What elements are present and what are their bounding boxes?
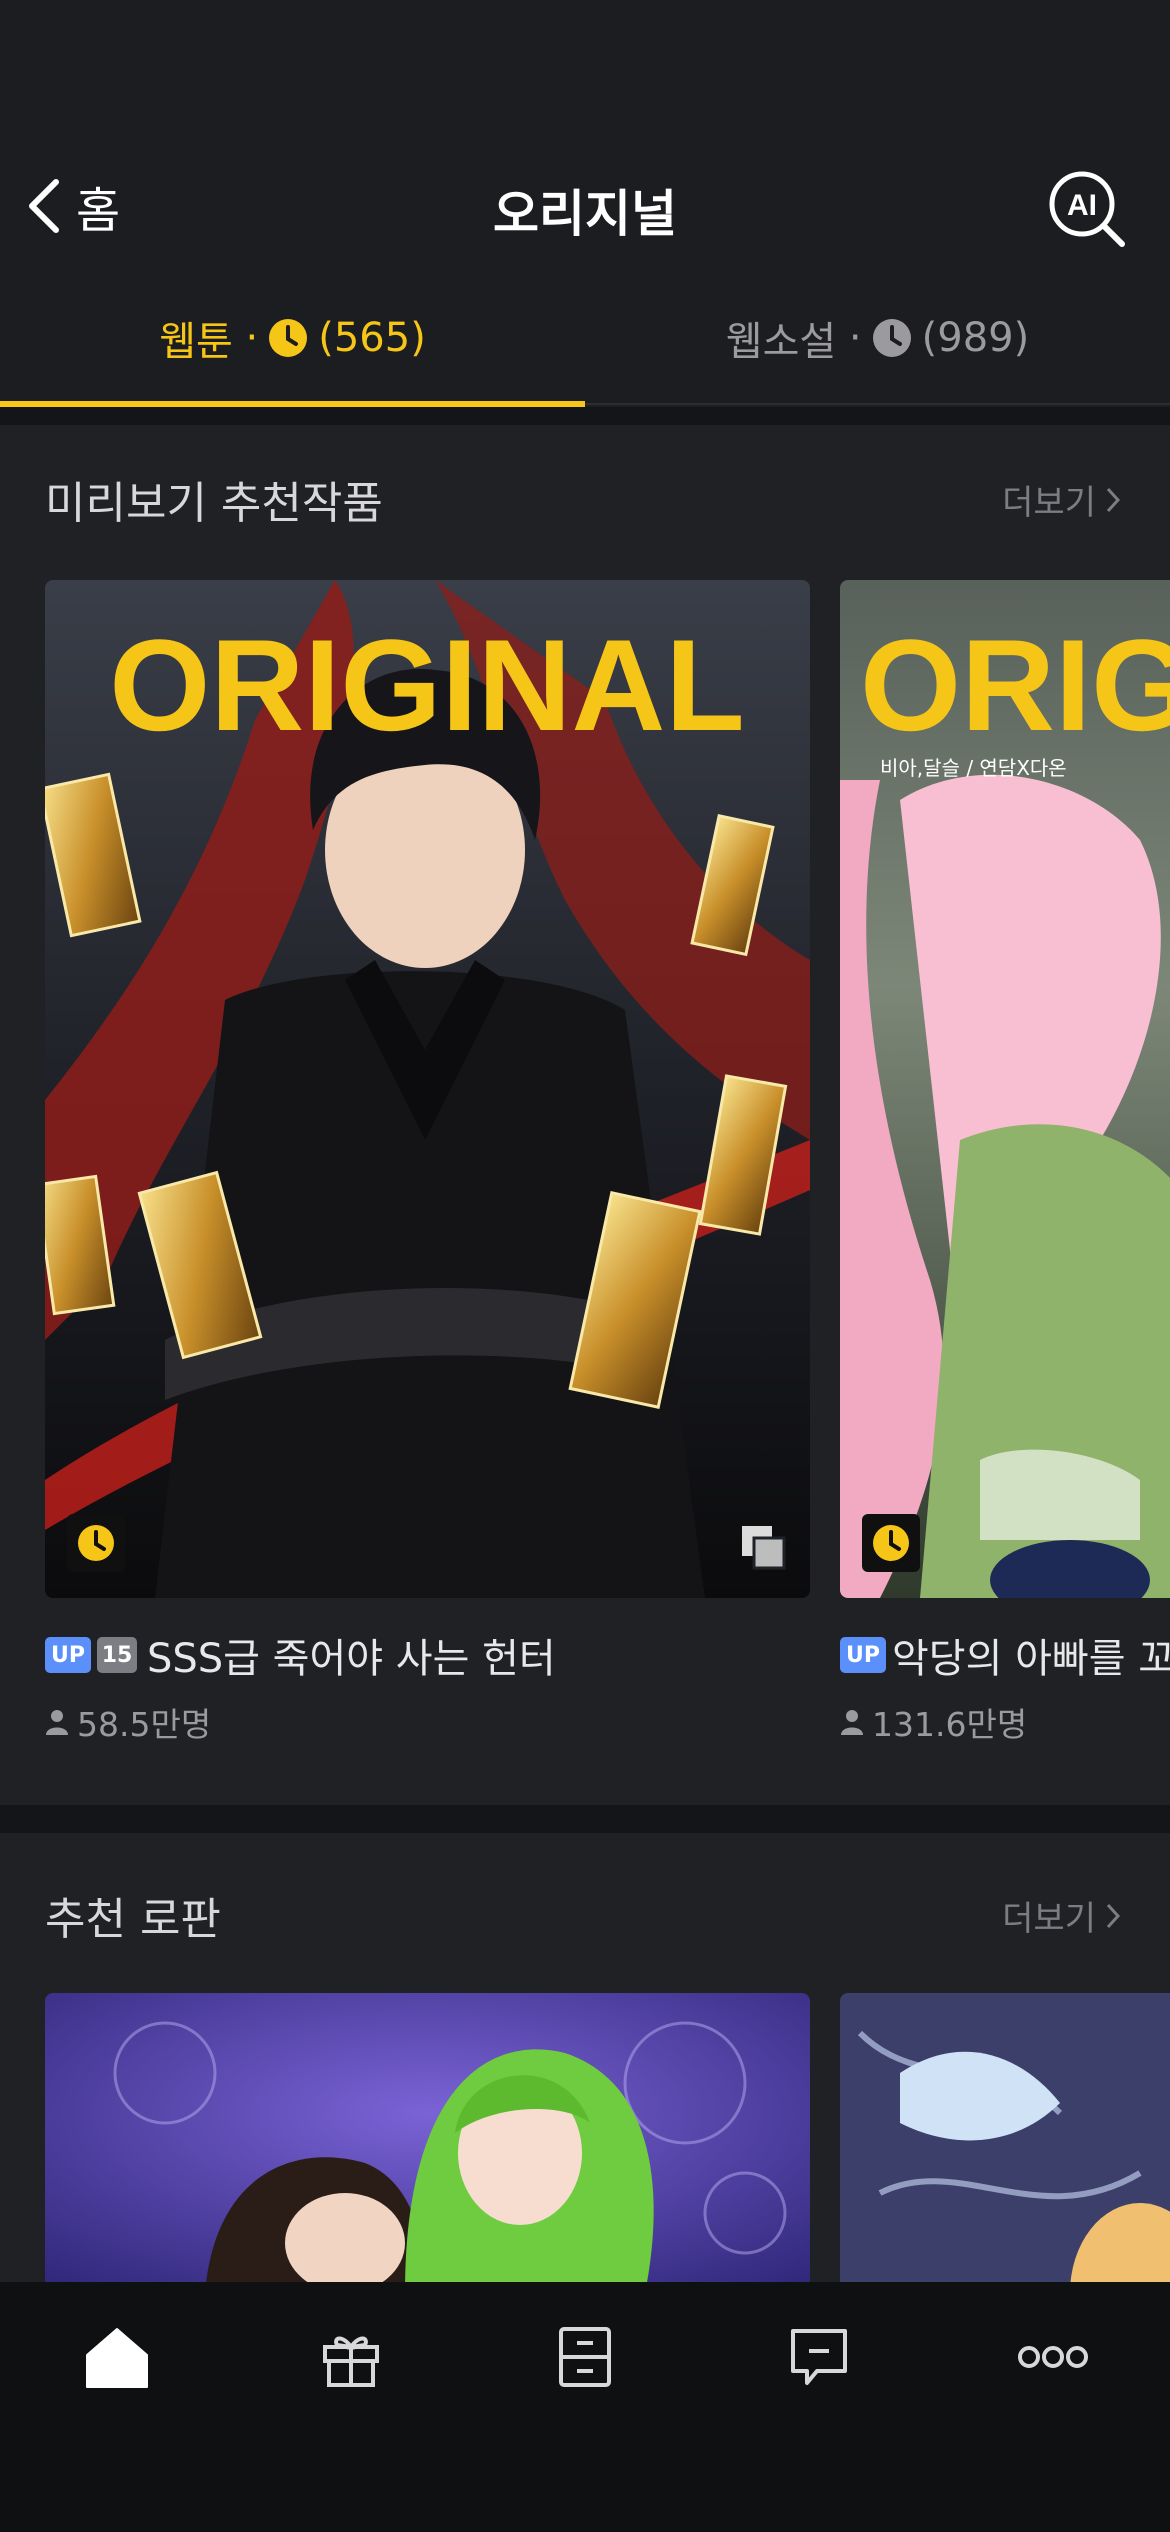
wait-free-badge xyxy=(862,1514,920,1572)
comment-icon xyxy=(791,2329,847,2385)
nav-more[interactable] xyxy=(936,2282,1170,2432)
tab-webnovel[interactable]: 웹소설 · (989) xyxy=(585,270,1170,405)
up-badge: UP xyxy=(45,1637,91,1673)
bottom-navigation xyxy=(0,2282,1170,2532)
comic-card[interactable]: ORIG 비아,달슬 / 연담X다온 UP 악당의 아빠를 꼬 131.6만명 xyxy=(840,580,1170,1780)
tab-webnovel-count: (989) xyxy=(921,314,1030,361)
section-title: 추천 로판 xyxy=(45,1894,221,1945)
view-count-value: 58.5만명 xyxy=(77,1705,212,1744)
chevron-right-icon xyxy=(1106,487,1121,512)
comic-cover[interactable] xyxy=(840,1993,1170,2282)
cover-logo-text: ORIGINAL xyxy=(109,612,745,758)
clock-icon xyxy=(872,318,912,358)
ai-search-button[interactable]: AI xyxy=(1046,168,1126,248)
person-icon xyxy=(46,1710,68,1735)
more-icon xyxy=(1018,2346,1088,2368)
up-badge: UP xyxy=(840,1637,886,1673)
cover-illustration: ORIG 비아,달슬 / 연담X다온 xyxy=(840,580,1170,1598)
more-label: 더보기 xyxy=(1002,1899,1096,1939)
chevron-right-icon xyxy=(1106,1903,1121,1928)
cover-illustration xyxy=(45,1993,810,2282)
comic-title-row: UP 15 SSS급 죽어야 사는 헌터 xyxy=(45,1630,556,1682)
comic-card[interactable]: ORIGINAL UP 15 SSS급 죽어야 사는 헌터 58.5만명 xyxy=(45,580,810,1780)
ai-search-icon: AI xyxy=(1049,171,1125,247)
comic-cover[interactable]: ORIGINAL xyxy=(45,580,810,1598)
clock-icon xyxy=(873,1525,909,1561)
category-tabs: 웹툰 · (565) 웹소설 · (989) xyxy=(0,270,1170,407)
nav-storage[interactable] xyxy=(468,2282,702,2432)
more-link[interactable]: 더보기 xyxy=(1002,475,1122,524)
clock-icon xyxy=(268,318,308,358)
cover-credit: 비아,달슬 / 연담X다온 xyxy=(880,756,1067,780)
tab-webtoon[interactable]: 웹툰 · (565) xyxy=(0,270,585,407)
view-count: 58.5만명 xyxy=(45,1698,211,1746)
view-count: 131.6만명 xyxy=(840,1698,1027,1746)
comic-card[interactable] xyxy=(45,1993,810,2282)
ai-label: AI xyxy=(1067,189,1097,222)
comic-title-row: UP 악당의 아빠를 꼬 xyxy=(840,1630,1170,1682)
cover-logo-text: ORIG xyxy=(860,612,1170,758)
status-bar xyxy=(0,0,1170,140)
comic-title: 악당의 아빠를 꼬 xyxy=(892,1636,1170,1682)
nav-comments[interactable] xyxy=(702,2282,936,2432)
section-preview-recommend: 미리보기 추천작품 더보기 ORIGINAL UP 15 SSS급 죽어야 사는… xyxy=(0,425,1170,1805)
tab-webtoon-label: 웹툰 xyxy=(159,318,233,365)
clock-icon xyxy=(78,1525,114,1561)
cover-illustration: ORIGINAL xyxy=(45,580,810,1598)
comic-cover[interactable] xyxy=(45,1993,810,2282)
page-title: 오리지널 xyxy=(493,185,677,243)
more-link[interactable]: 더보기 xyxy=(1002,1891,1122,1940)
gift-icon xyxy=(323,2336,379,2387)
app-header: 홈 오리지널 AI xyxy=(0,140,1170,270)
multi-episode-icon xyxy=(742,1526,786,1570)
tab-webtoon-count: (565) xyxy=(318,314,426,361)
nav-gift[interactable] xyxy=(234,2282,468,2432)
section-title: 미리보기 추천작품 xyxy=(45,478,383,529)
home-icon xyxy=(86,2328,148,2388)
comic-title: SSS급 죽어야 사는 헌터 xyxy=(147,1636,556,1682)
nav-home[interactable] xyxy=(0,2282,234,2432)
person-icon xyxy=(841,1710,863,1735)
section-divider xyxy=(0,407,1170,425)
cover-illustration xyxy=(840,1993,1170,2282)
wait-free-badge xyxy=(67,1514,125,1572)
section-divider xyxy=(0,1805,1170,1833)
view-count-value: 131.6만명 xyxy=(872,1705,1028,1744)
more-label: 더보기 xyxy=(1002,483,1096,523)
comic-card[interactable] xyxy=(840,1993,1170,2282)
age-rating-badge: 15 xyxy=(97,1637,137,1673)
section-recommend-rofan: 추천 로판 더보기 xyxy=(0,1833,1170,2282)
archive-icon xyxy=(559,2327,611,2387)
comic-cover[interactable]: ORIG 비아,달슬 / 연담X다온 xyxy=(840,580,1170,1598)
tab-webnovel-label: 웹소설 xyxy=(725,318,837,365)
